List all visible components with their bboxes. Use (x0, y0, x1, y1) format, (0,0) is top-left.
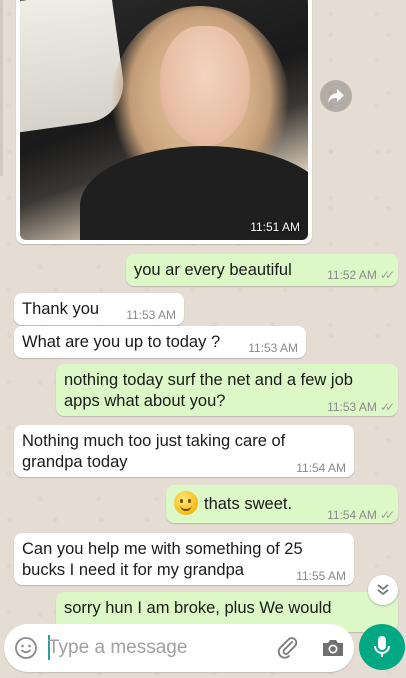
forward-button[interactable] (320, 80, 352, 112)
message-time: 11:53 AM (248, 341, 298, 355)
attach-icon[interactable] (276, 636, 300, 660)
message-bubble[interactable]: What are you up to today ? 11:53 AM (14, 326, 306, 358)
message-text: nothing today surf the net and a few job… (64, 371, 353, 410)
message-time: 11:52 AM (327, 268, 377, 282)
message-text: Thank you (22, 300, 100, 318)
left-edge-panel (0, 0, 3, 176)
message-time: 11:51 AM (250, 220, 300, 234)
message-input[interactable]: Type a message (48, 637, 187, 659)
message-text: sorry hun I am broke, plus We would (64, 599, 332, 617)
message-bubble[interactable]: thats sweet. 11:54 AM ✓✓ (166, 485, 398, 523)
message-text: you ar every beautiful (134, 261, 292, 279)
scroll-to-bottom-button[interactable] (368, 575, 398, 605)
message-time: 11:55 AM (296, 569, 346, 583)
double-chevron-down-icon (377, 584, 389, 596)
message-text: What are you up to today ? (22, 333, 221, 351)
read-ticks-icon: ✓✓ (379, 508, 395, 522)
smiling-face-emoji-icon (174, 491, 198, 515)
message-time: 11:53 AM (126, 308, 176, 322)
message-time: 11:53 AM (327, 400, 377, 414)
message-bubble[interactable]: Nothing much too just taking care of gra… (14, 425, 354, 477)
message-bubble[interactable]: Can you help me with something of 25 buc… (14, 533, 354, 585)
message-text: Can you help me with something of 25 buc… (22, 540, 303, 579)
message-bubble[interactable]: Thank you 11:53 AM (14, 293, 184, 325)
read-ticks-icon: ✓✓ (379, 268, 395, 282)
message-text: thats sweet. (204, 495, 293, 513)
camera-icon[interactable] (320, 636, 346, 660)
read-ticks-icon: ✓✓ (379, 400, 395, 414)
message-bubble[interactable]: you ar every beautiful 11:52 AM ✓✓ (126, 254, 398, 286)
mic-button[interactable] (359, 624, 405, 670)
emoji-icon[interactable] (14, 636, 38, 660)
message-composer[interactable]: Type a message (4, 624, 354, 672)
message-text: Nothing much too just taking care of gra… (22, 432, 286, 471)
message-bubble[interactable]: nothing today surf the net and a few job… (56, 364, 398, 416)
image-message[interactable]: 11:51 AM (16, 0, 312, 244)
message-time: 11:54 AM (296, 461, 346, 475)
photo-face (160, 26, 250, 146)
photo[interactable]: 11:51 AM (20, 0, 308, 240)
message-time: 11:54 AM (327, 508, 377, 522)
forward-icon (328, 89, 344, 103)
mic-icon (374, 636, 390, 657)
